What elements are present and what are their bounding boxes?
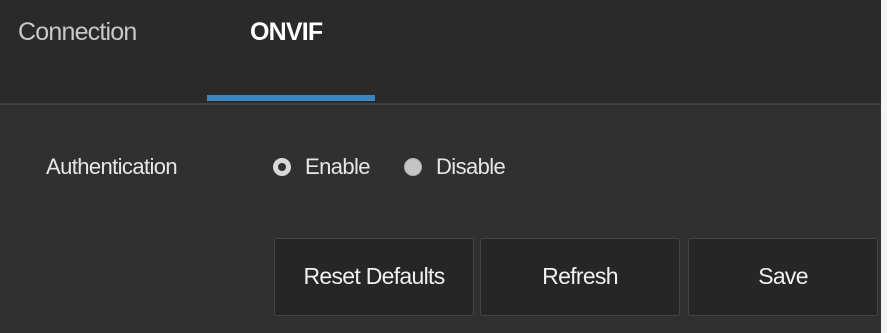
tab-connection[interactable]: Connection xyxy=(18,14,137,50)
tab-divider xyxy=(0,103,881,105)
save-button[interactable]: Save xyxy=(688,238,878,316)
tab-onvif[interactable]: ONVIF xyxy=(250,14,323,50)
disable-option-label: Disable xyxy=(436,154,506,179)
tab-bar: Connection ONVIF xyxy=(0,0,881,103)
radio-checked-icon[interactable] xyxy=(273,158,291,176)
reset-defaults-button[interactable]: Reset Defaults xyxy=(274,238,474,316)
authentication-label: Authentication xyxy=(46,154,178,179)
enable-option-label: Enable xyxy=(305,154,371,179)
onvif-settings-panel: Connection ONVIF Authentication Enable D… xyxy=(0,0,881,333)
radio-unchecked-icon[interactable] xyxy=(404,158,422,176)
refresh-button[interactable]: Refresh xyxy=(480,238,680,316)
window-edge xyxy=(881,0,887,333)
authentication-disable-radio[interactable]: Disable xyxy=(404,149,506,185)
active-tab-indicator xyxy=(207,95,375,101)
authentication-enable-radio[interactable]: Enable xyxy=(273,149,371,185)
